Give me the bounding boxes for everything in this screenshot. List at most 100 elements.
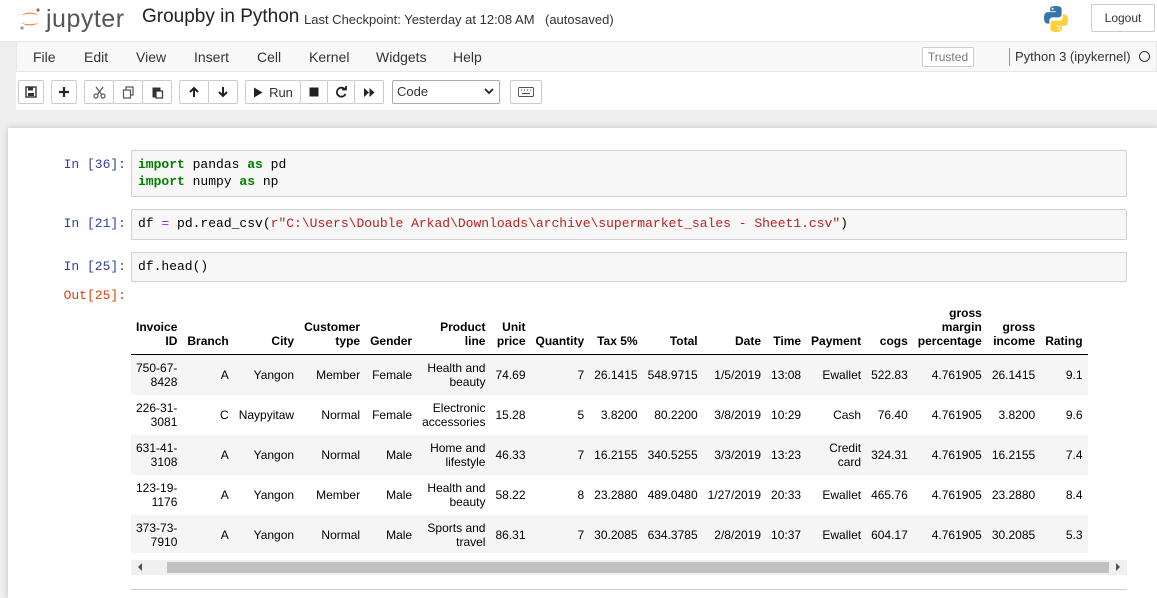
table-cell: Home and lifestyle <box>417 435 490 475</box>
move-down-button[interactable] <box>208 80 238 104</box>
column-header: Quantity <box>531 306 590 355</box>
logo-text: jupyter <box>46 4 125 33</box>
copy-button[interactable] <box>113 80 143 104</box>
table-cell-text: 16.2155 <box>991 447 1036 462</box>
table-cell-text: 3/3/2019 <box>714 447 762 462</box>
copy-icon <box>122 85 134 99</box>
table-cell-text: 3.8200 <box>998 407 1036 422</box>
restart-button[interactable] <box>327 80 355 104</box>
column-header: Total <box>643 306 703 355</box>
run-button[interactable]: Run <box>245 80 301 104</box>
code-text: df.head() <box>138 259 209 274</box>
table-cell-text: 3108 <box>150 454 178 469</box>
run-icon <box>254 87 263 97</box>
cut-button[interactable] <box>84 80 114 104</box>
menu-help[interactable]: Help <box>453 49 482 65</box>
jupyter-logo[interactable]: jupyter <box>18 4 125 34</box>
restart-icon <box>336 86 347 98</box>
table-cell: 26.1415 <box>589 355 642 395</box>
menu-cell[interactable]: Cell <box>257 49 281 65</box>
table-cell-text: 23.2880 <box>991 487 1036 502</box>
column-header: Time <box>766 306 806 355</box>
table-cell-text: 20:33 <box>771 487 802 502</box>
table-cell: 3/3/2019 <box>703 435 766 475</box>
cell-type-select[interactable]: Code <box>392 80 500 104</box>
interrupt-button[interactable] <box>300 80 328 104</box>
column-header-text: Rating <box>1045 334 1083 348</box>
table-cell: Yangon <box>234 475 299 515</box>
table-cell-text: 58.22 <box>495 487 526 502</box>
scrollbar-thumb[interactable] <box>167 562 1109 573</box>
table-cell: Ewallet <box>806 355 866 395</box>
menu-kernel[interactable]: Kernel <box>309 49 349 65</box>
table-cell-text: accessories <box>422 414 486 429</box>
paste-button[interactable] <box>142 80 172 104</box>
table-cell-text: 8428 <box>150 374 178 389</box>
logout-button[interactable]: Logout <box>1091 4 1155 32</box>
scroll-right-icon[interactable] <box>1114 563 1122 571</box>
table-cell: 30.2085 <box>987 515 1040 554</box>
scroll-left-icon[interactable] <box>136 563 144 571</box>
code-text: numpy <box>184 174 240 189</box>
table-cell: 4.761905 <box>913 475 987 515</box>
table-cell: Sports and travel <box>417 515 490 554</box>
table-cell: Yangon <box>234 355 299 395</box>
table-cell-text: Home and <box>430 440 486 455</box>
move-up-button[interactable] <box>179 80 209 104</box>
table-cell-text: 7 <box>577 447 585 462</box>
table-cell: 340.5255 <box>643 435 703 475</box>
table-cell: 58.22 <box>490 475 530 515</box>
table-cell-text: 324.31 <box>871 447 908 462</box>
dataframe-output: Invoice ID Branch City Customer type Gender Pro… <box>131 306 1127 553</box>
table-cell: Member <box>299 355 365 395</box>
menu-file[interactable]: File <box>33 49 56 65</box>
code-cell-head[interactable]: df.head() <box>131 252 1127 282</box>
fast-forward-icon <box>363 87 374 97</box>
table-cell: Female <box>365 395 417 435</box>
insert-cell-button[interactable] <box>51 80 77 104</box>
table-cell-text: 30.2085 <box>594 527 638 542</box>
arrow-down-icon <box>218 87 228 98</box>
table-cell-text: Cash <box>833 407 862 422</box>
table-cell: 13:08 <box>766 355 806 395</box>
table-cell-text: Male <box>386 487 413 502</box>
trusted-indicator[interactable]: Trusted <box>922 47 974 67</box>
code-string: r"C:\Users\Double Arkad\Downloads\archiv… <box>270 216 841 231</box>
code-cell-read-csv[interactable]: df = pd.read_csv(r"C:\Users\Double Arkad… <box>131 209 1127 240</box>
table-cell-text: Male <box>386 527 413 542</box>
table-cell-text: 123-19- <box>136 480 178 495</box>
menu-widgets[interactable]: Widgets <box>376 49 427 65</box>
table-cell-text: 548.9715 <box>647 367 698 382</box>
table-cell-text: Yangon <box>253 447 295 462</box>
menu-view[interactable]: View <box>136 49 166 65</box>
notebook-title[interactable]: Groupby in Python <box>142 6 299 28</box>
column-header: Invoice ID <box>131 306 182 355</box>
table-cell: Normal <box>299 435 365 475</box>
table-cell: 26.1415 <box>987 355 1040 395</box>
command-palette-button[interactable] <box>510 80 542 104</box>
table-cell-text: 30.2085 <box>991 527 1036 542</box>
table-cell: 522.83 <box>866 355 913 395</box>
kernel-separator <box>1009 48 1010 66</box>
table-cell: Cash <box>806 395 866 435</box>
table-cell: 16.2155 <box>987 435 1040 475</box>
table-cell-text: 7 <box>577 367 585 382</box>
column-header: Gender <box>365 306 417 355</box>
input-prompt: In [25]: <box>63 259 126 274</box>
kernel-name[interactable]: Python 3 (ipykernel) <box>1015 49 1131 64</box>
menu-edit[interactable]: Edit <box>84 49 108 65</box>
table-cell: 8 <box>531 475 590 515</box>
table-cell: Naypyitaw <box>234 395 299 435</box>
column-header-text: income <box>993 334 1036 348</box>
save-button[interactable] <box>18 80 44 104</box>
table-cell: 7 <box>531 355 590 395</box>
table-cell: A <box>182 515 233 554</box>
menu-insert[interactable]: Insert <box>194 49 229 65</box>
table-cell: Health and beauty <box>417 475 490 515</box>
output-prompt: Out[25]: <box>63 288 126 303</box>
code-cell-imports[interactable]: import pandas as pd import numpy as np <box>131 150 1127 197</box>
kernel-idle-icon <box>1139 51 1150 62</box>
restart-run-all-button[interactable] <box>354 80 384 104</box>
horizontal-scrollbar[interactable] <box>131 560 1127 575</box>
table-cell-text: 226-31- <box>136 400 178 415</box>
